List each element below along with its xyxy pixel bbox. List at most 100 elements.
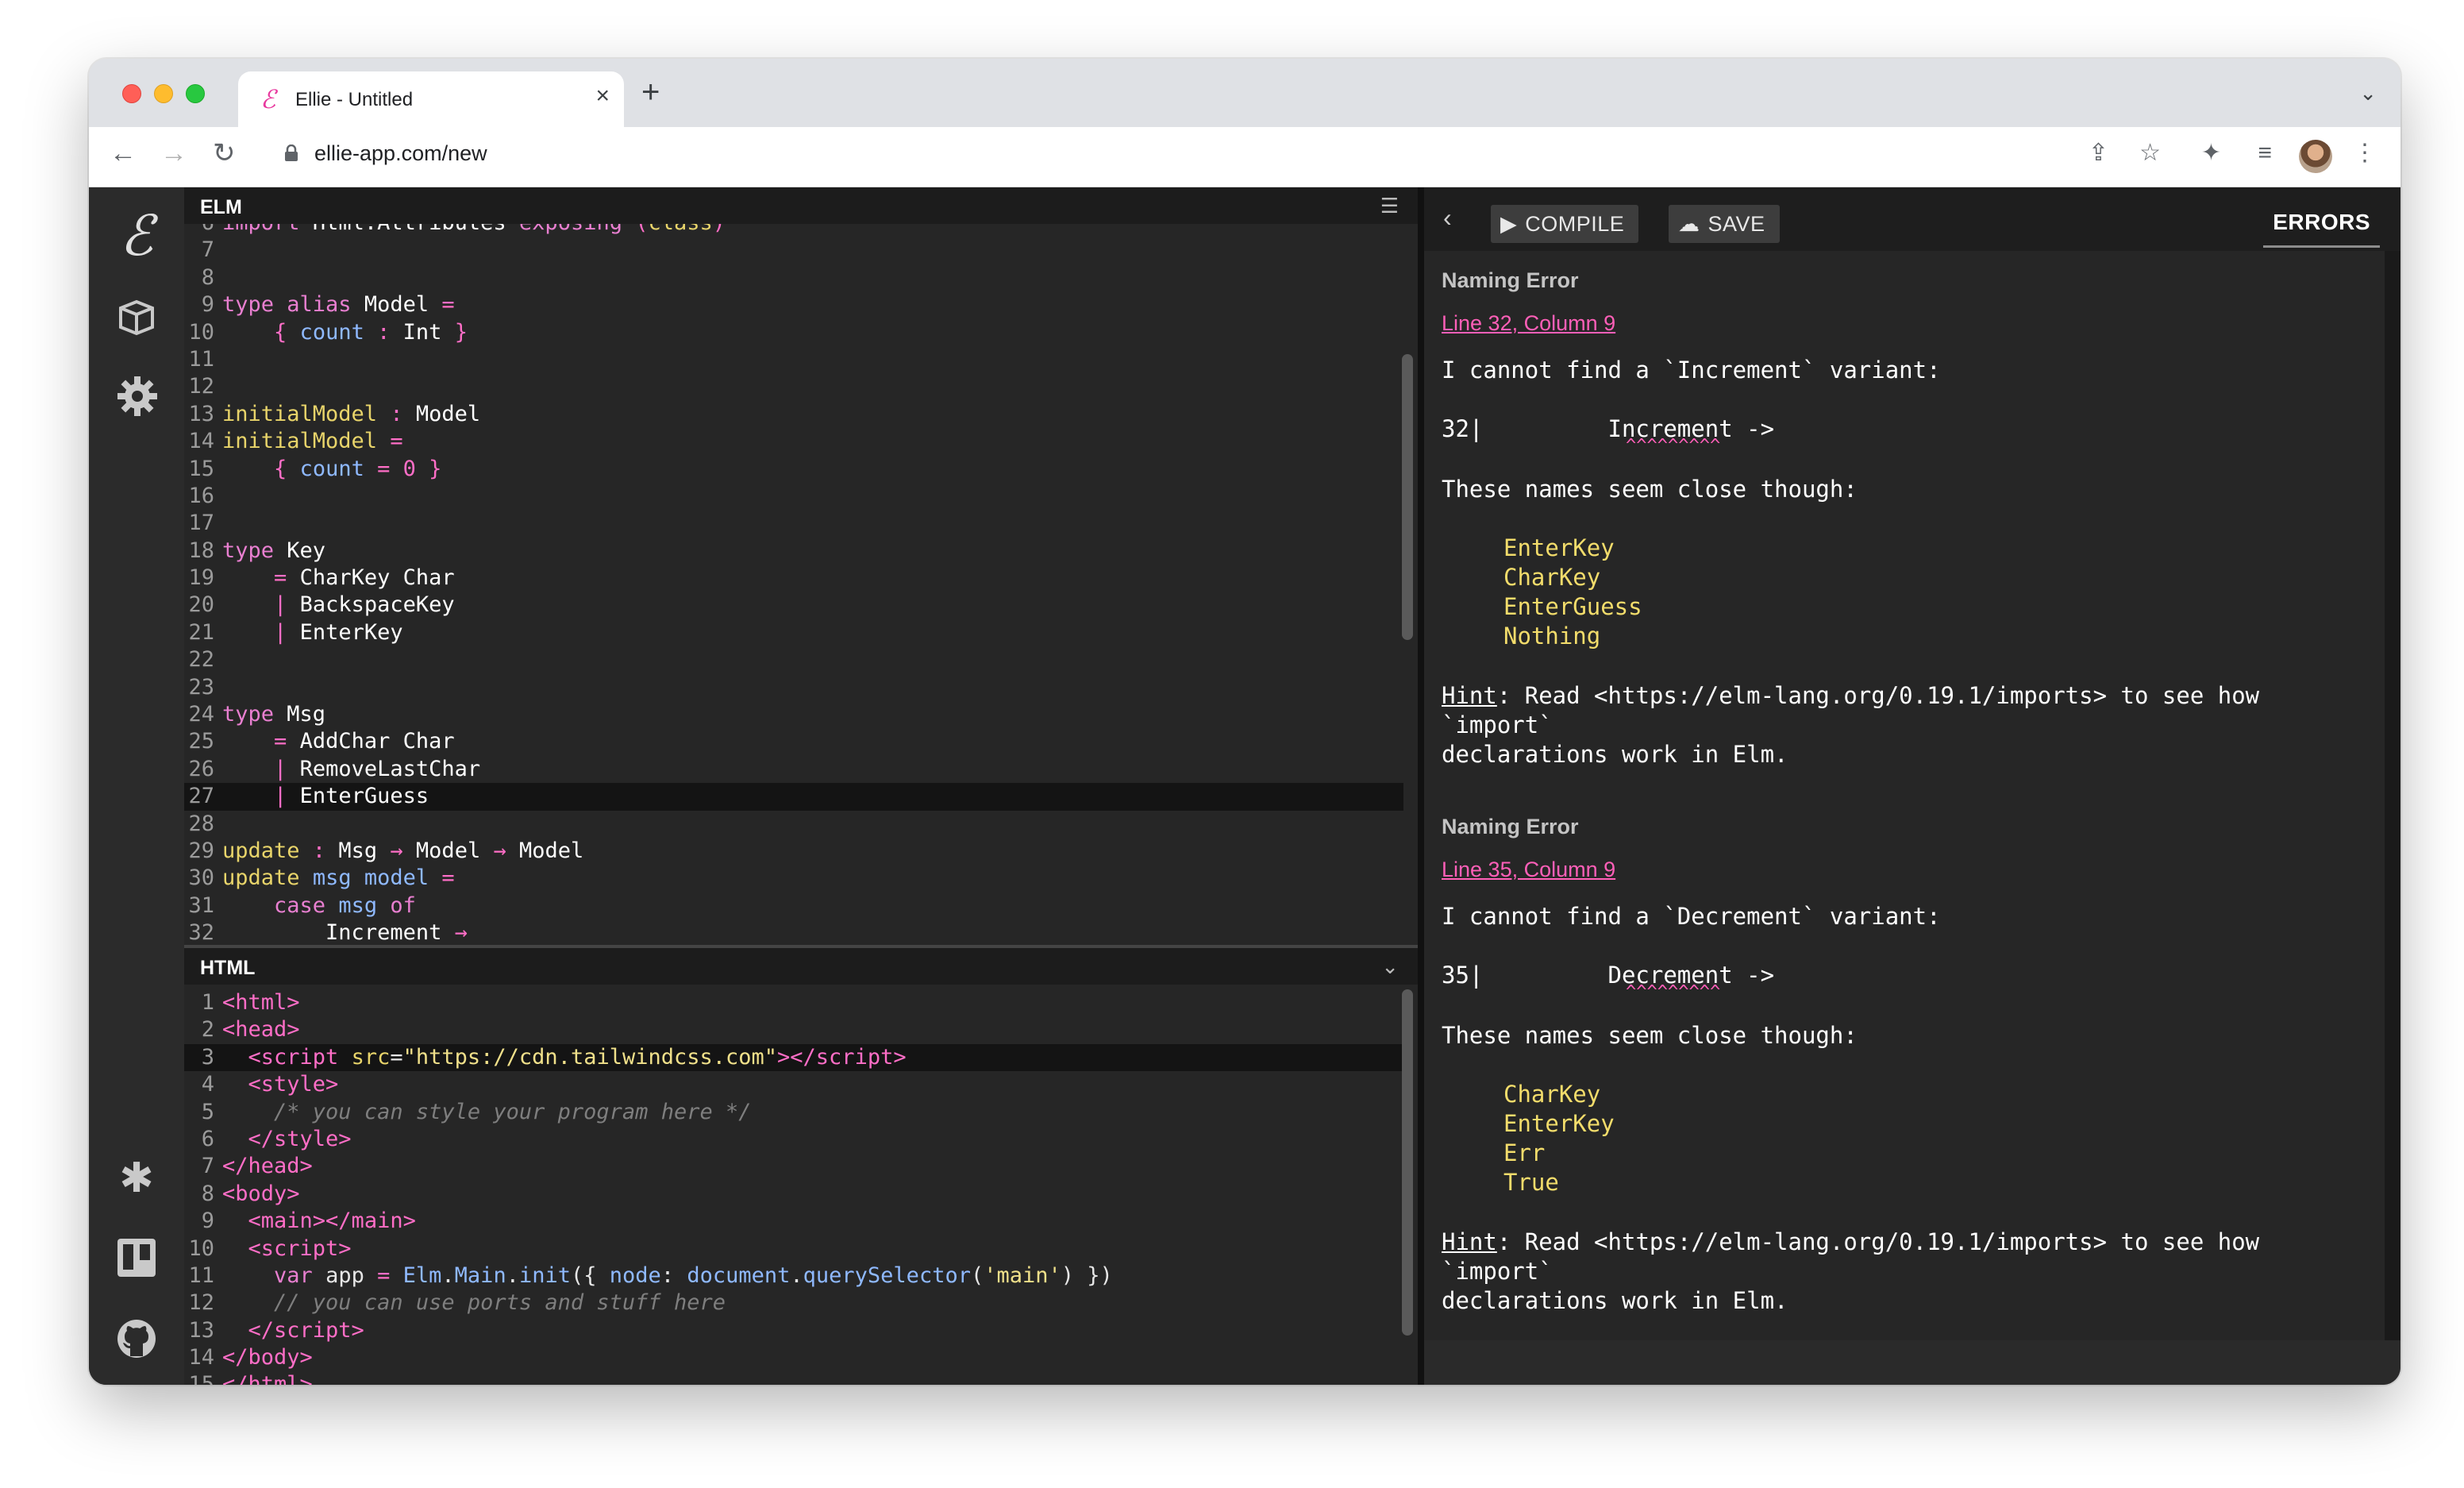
code-line[interactable]: 25 = AddChar Char xyxy=(184,728,1403,755)
html-editor-scrollbar[interactable] xyxy=(1402,989,1413,1336)
code-line[interactable]: 28 xyxy=(184,811,1403,838)
settings-icon[interactable] xyxy=(116,375,159,418)
lock-icon[interactable] xyxy=(284,145,298,162)
line-number: 7 xyxy=(201,237,214,263)
code-text: <script src="https://cdn.tailwindcss.com… xyxy=(248,1044,907,1070)
code-line[interactable]: 12 xyxy=(184,373,1403,400)
code-line[interactable]: 31 case msg of xyxy=(184,892,1403,919)
code-line[interactable]: 12 // you can use ports and stuff here xyxy=(184,1289,1403,1316)
code-line[interactable]: 16 xyxy=(184,483,1403,510)
slack-icon[interactable]: ✱ xyxy=(89,1158,184,1199)
code-line[interactable]: 23 xyxy=(184,674,1403,701)
output-scroll-track[interactable] xyxy=(2385,251,2400,1340)
code-line[interactable]: 7 xyxy=(184,237,1403,264)
error-title: Naming Error xyxy=(1442,815,1579,838)
code-line[interactable]: 13 initialModel : Model xyxy=(184,401,1403,428)
elm-pane-header: ELM ☰ xyxy=(184,187,1418,224)
error-code-line: 35| Decrement -> xyxy=(1442,962,1775,989)
code-line[interactable]: 14 </body> xyxy=(184,1344,1403,1371)
code-line[interactable]: 20 | BackspaceKey xyxy=(184,592,1403,619)
code-line[interactable]: 3 <script src="https://cdn.tailwindcss.c… xyxy=(184,1043,1403,1072)
maximize-window-button[interactable] xyxy=(186,84,205,103)
error-location-link[interactable]: Line 35, Column 9 xyxy=(1442,858,1615,882)
code-line[interactable]: 10 { count : Int } xyxy=(184,319,1403,346)
error-carets: ^^^^^^^^^ xyxy=(1626,436,1721,456)
code-text: <main></main> xyxy=(248,1209,416,1234)
code-text: | EnterGuess xyxy=(274,784,429,809)
code-line[interactable]: 9 type alias Model = xyxy=(184,291,1403,318)
code-line[interactable]: 30 update msg model = xyxy=(184,865,1403,892)
forward-arrow-icon[interactable]: → xyxy=(160,140,187,167)
reload-icon[interactable]: ↻ xyxy=(213,140,236,167)
code-line[interactable]: 27 | EnterGuess xyxy=(184,783,1403,811)
ellie-favicon-icon: ℰ xyxy=(260,84,276,114)
line-number: 28 xyxy=(188,811,214,836)
hint-text: : Read <https://elm-lang.org/0.19.1/impo… xyxy=(1442,1228,2260,1314)
package-icon[interactable] xyxy=(116,297,157,338)
code-line[interactable]: 8 xyxy=(184,264,1403,291)
line-number: 19 xyxy=(188,565,214,591)
code-line[interactable]: 7 </head> xyxy=(184,1153,1403,1180)
suggestion: Nothing xyxy=(1503,623,1601,650)
code-line[interactable]: 24 type Msg xyxy=(184,701,1403,728)
code-line[interactable]: 17 xyxy=(184,510,1403,537)
new-tab-icon[interactable]: + xyxy=(641,76,660,108)
error-location-link[interactable]: Line 32, Column 9 xyxy=(1442,311,1615,336)
code-line[interactable]: 32 Increment → xyxy=(184,919,1403,945)
collapse-chevron-icon[interactable]: ‹ xyxy=(1443,203,1452,233)
editors-panel: ELM ☰ 6import Html.Attributes exposing (… xyxy=(184,187,1418,1385)
menu-icon[interactable]: ⋮ xyxy=(2353,141,2377,165)
code-line[interactable]: 18 type Key xyxy=(184,538,1403,565)
close-window-button[interactable] xyxy=(122,84,141,103)
star-icon[interactable]: ☆ xyxy=(2139,141,2161,165)
reading-list-icon[interactable]: ≡ xyxy=(2258,141,2272,165)
line-number: 4 xyxy=(201,1072,214,1097)
code-line[interactable]: 15 </html> xyxy=(184,1371,1403,1385)
code-line[interactable]: 6 </style> xyxy=(184,1126,1403,1153)
code-line[interactable]: 11 xyxy=(184,346,1403,373)
github-icon[interactable] xyxy=(116,1318,157,1359)
code-text: | BackspaceKey xyxy=(274,592,455,618)
line-number: 17 xyxy=(188,511,214,536)
trello-icon[interactable] xyxy=(116,1237,157,1278)
format-code-icon[interactable]: ☰ xyxy=(1380,194,1399,218)
code-line[interactable]: 2 <head> xyxy=(184,1016,1403,1043)
code-text: = AddChar Char xyxy=(274,729,455,754)
code-line[interactable]: 6import Html.Attributes exposing (class) xyxy=(184,224,1403,237)
tab-errors[interactable]: ERRORS xyxy=(2263,200,2380,248)
elm-code-editor[interactable]: 6import Html.Attributes exposing (class)… xyxy=(184,224,1403,945)
minimize-window-button[interactable] xyxy=(154,84,173,103)
code-line[interactable]: 15 { count = 0 } xyxy=(184,456,1403,483)
code-line[interactable]: 10 <script> xyxy=(184,1236,1403,1262)
line-number: 3 xyxy=(201,1044,214,1070)
code-line[interactable]: 14 initialModel = xyxy=(184,428,1403,455)
save-button[interactable]: ☁ SAVE xyxy=(1669,205,1780,243)
back-arrow-icon[interactable]: ← xyxy=(110,140,137,167)
share-icon[interactable]: ⇪ xyxy=(2089,141,2108,165)
tab-search-chevron-icon[interactable]: ⌄ xyxy=(2359,81,2377,106)
code-line[interactable]: 19 = CharKey Char xyxy=(184,565,1403,592)
code-line[interactable]: 5 /* you can style your program here */ xyxy=(184,1099,1403,1126)
chevron-down-icon[interactable]: ⌄ xyxy=(1381,954,1399,979)
url-field[interactable]: ellie-app.com/new xyxy=(314,141,487,166)
code-line[interactable]: 21 | EnterKey xyxy=(184,619,1403,646)
code-line[interactable]: 26 | RemoveLastChar xyxy=(184,756,1403,783)
line-number: 13 xyxy=(188,401,214,426)
code-line[interactable]: 9 <main></main> xyxy=(184,1208,1403,1235)
ellie-logo-icon[interactable]: ℰ xyxy=(89,208,184,264)
code-line[interactable]: 29 update : Msg → Model → Model xyxy=(184,838,1403,865)
code-text: update : Msg → Model → Model xyxy=(222,838,584,863)
elm-editor-scrollbar[interactable] xyxy=(1402,354,1413,640)
code-line[interactable]: 22 xyxy=(184,646,1403,673)
close-tab-icon[interactable]: × xyxy=(595,84,610,108)
code-line[interactable]: 13 </script> xyxy=(184,1317,1403,1344)
compile-button[interactable]: ▶ COMPILE xyxy=(1491,205,1639,243)
extensions-icon[interactable]: ✦ xyxy=(2201,141,2221,165)
profile-avatar[interactable] xyxy=(2299,140,2332,173)
html-code-editor[interactable]: 1 <html> 2 <head> 3 <script src="https://cdn… xyxy=(184,985,1403,1385)
code-line[interactable]: 11 var app = Elm.Main.init({ node: docum… xyxy=(184,1262,1403,1289)
code-line[interactable]: 4 <style> xyxy=(184,1071,1403,1098)
code-line[interactable]: 1 <html> xyxy=(184,989,1403,1016)
browser-tab[interactable]: ℰ Ellie - Untitled × xyxy=(238,71,624,127)
code-line[interactable]: 8 <body> xyxy=(184,1181,1403,1208)
